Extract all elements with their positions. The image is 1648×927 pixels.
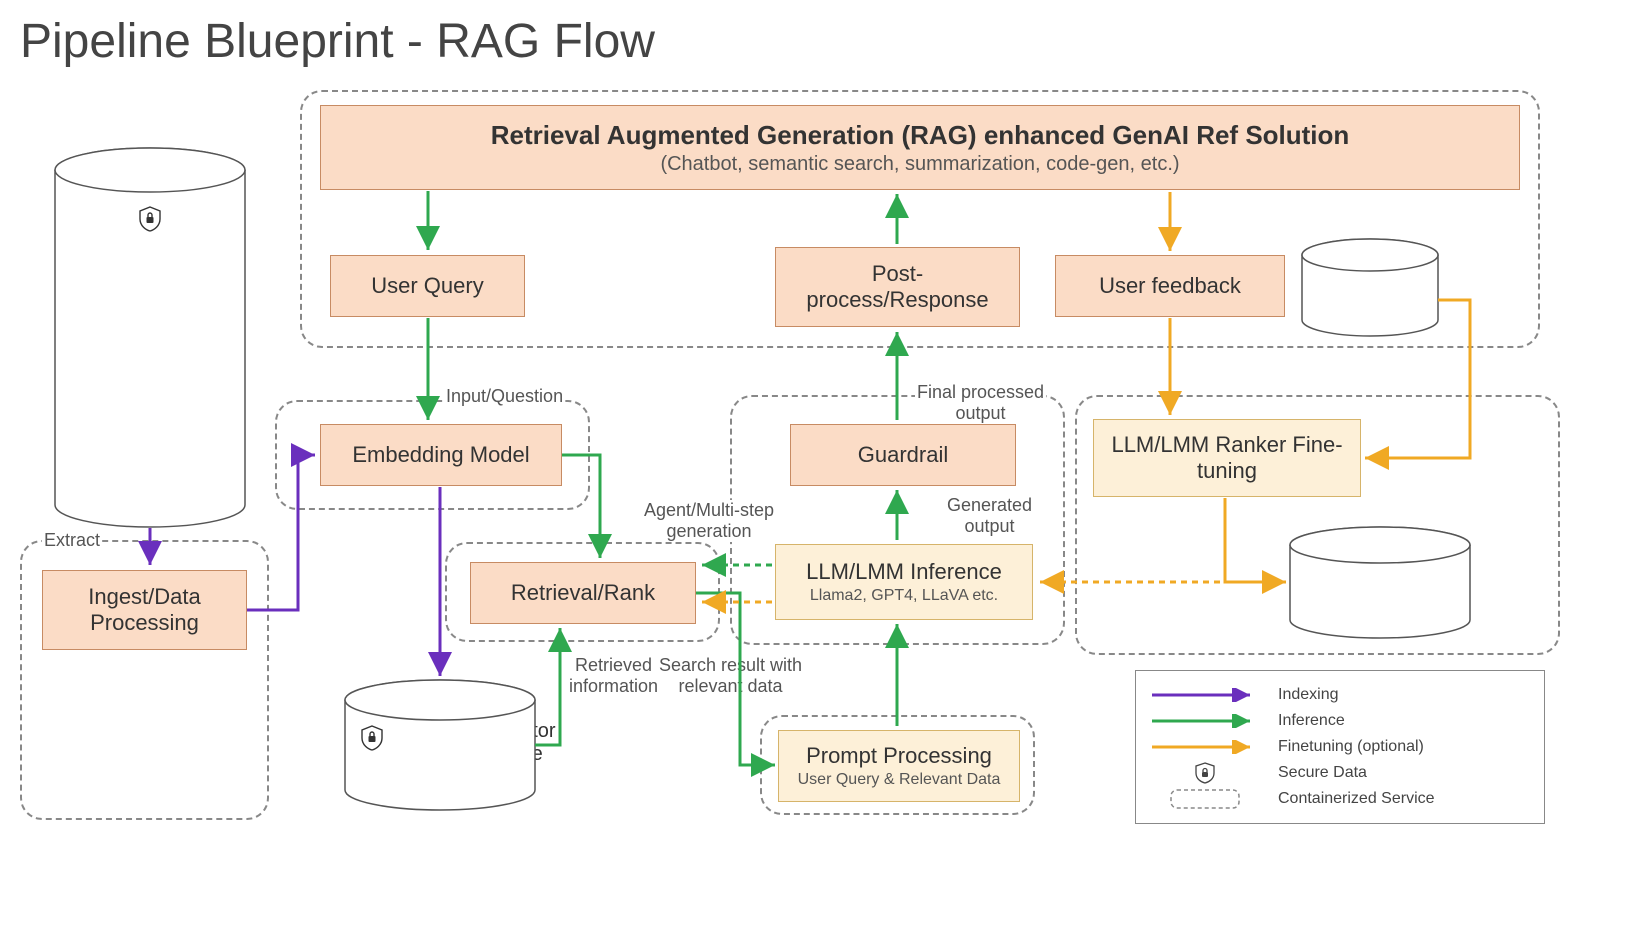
retrieval-box: Retrieval/Rank	[470, 562, 696, 624]
model-repo-label: Model Repository	[1290, 560, 1470, 583]
user-query-label: User Query	[371, 273, 483, 299]
prompt-processing-title: Prompt Processing	[806, 743, 992, 769]
extract-label: Extract	[42, 530, 102, 551]
search-result-label: Search result with relevant data	[657, 655, 804, 697]
enterprise-title: Enterprise Data	[60, 179, 240, 205]
agent-multistep-label: Agent/Multi-step generation	[642, 500, 776, 542]
enterprise-item: Business Data (SAP, Workday, Salesforce,…	[90, 385, 247, 423]
legend-finetuning-label: Finetuning (optional)	[1278, 738, 1424, 756]
ranker-box: LLM/LMM Ranker Fine-tuning	[1093, 419, 1361, 497]
legend-finetuning: Finetuning (optional)	[1150, 735, 1530, 759]
final-output-label: Final processed output	[915, 382, 1046, 424]
embedding-box: Embedding Model	[320, 424, 562, 486]
generated-output-label: Generated output	[945, 495, 1034, 537]
tagged-db-label: Tagged data	[1300, 270, 1440, 293]
legend-containerized-label: Containerized Service	[1278, 790, 1435, 808]
lock-shield-icon	[140, 207, 160, 231]
lock-shield-icon	[1194, 762, 1216, 784]
enterprise-item: Workplace tools (Github, Slack, Jira, Sh…	[90, 329, 247, 386]
retrieved-info-label: Retrieved information	[567, 655, 660, 697]
header-heading: Retrieval Augmented Generation (RAG) enh…	[491, 120, 1350, 151]
embedding-label: Embedding Model	[352, 442, 529, 468]
user-feedback-box: User feedback	[1055, 255, 1285, 317]
legend-secure-label: Secure Data	[1278, 764, 1367, 782]
user-feedback-label: User feedback	[1099, 273, 1241, 299]
legend-inference-label: Inference	[1278, 712, 1345, 730]
header-banner: Retrieval Augmented Generation (RAG) enh…	[320, 105, 1520, 190]
ingest-box: Ingest/Data Processing	[42, 570, 247, 650]
prompt-processing-box: Prompt Processing User Query & Relevant …	[778, 730, 1020, 802]
ingest-label: Ingest/Data Processing	[53, 584, 236, 636]
prompt-processing-sub: User Query & Relevant Data	[798, 771, 1001, 789]
enterprise-item: Images & Videos	[90, 272, 247, 291]
user-query-box: User Query	[330, 255, 525, 317]
input-question-label: Input/Question	[444, 386, 565, 407]
guardrail-box: Guardrail	[790, 424, 1016, 486]
enterprise-list: Documents Images & Videos Email & Chat T…	[72, 253, 247, 423]
index-db-label: Index/Vector Database	[410, 720, 590, 766]
enterprise-item: Technical databases	[90, 310, 247, 329]
ranker-label: LLM/LMM Ranker Fine-tuning	[1104, 432, 1350, 484]
post-process-label: Post-process/Response	[786, 261, 1009, 313]
guardrail-label: Guardrail	[858, 442, 948, 468]
legend: Indexing Inference Finetuning (optional)…	[1135, 670, 1545, 824]
lock-shield-icon	[362, 726, 382, 750]
legend-indexing-label: Indexing	[1278, 686, 1339, 704]
llm-inference-sub: Llama2, GPT4, LLaVA etc.	[810, 587, 998, 605]
llm-inference-box: LLM/LMM Inference Llama2, GPT4, LLaVA et…	[775, 544, 1033, 620]
page-title: Pipeline Blueprint - RAG Flow	[20, 14, 655, 69]
legend-containerized: Containerized Service	[1150, 787, 1530, 811]
retrieval-label: Retrieval/Rank	[511, 580, 655, 606]
legend-inference: Inference	[1150, 709, 1530, 733]
legend-secure: Secure Data	[1150, 761, 1530, 785]
enterprise-item: Email & Chat	[90, 291, 247, 310]
llm-inference-title: LLM/LMM Inference	[806, 559, 1002, 585]
enterprise-item: Documents	[90, 253, 247, 272]
header-subheading: (Chatbot, semantic search, summarization…	[660, 153, 1179, 176]
post-process-box: Post-process/Response	[775, 247, 1020, 327]
legend-indexing: Indexing	[1150, 683, 1530, 707]
